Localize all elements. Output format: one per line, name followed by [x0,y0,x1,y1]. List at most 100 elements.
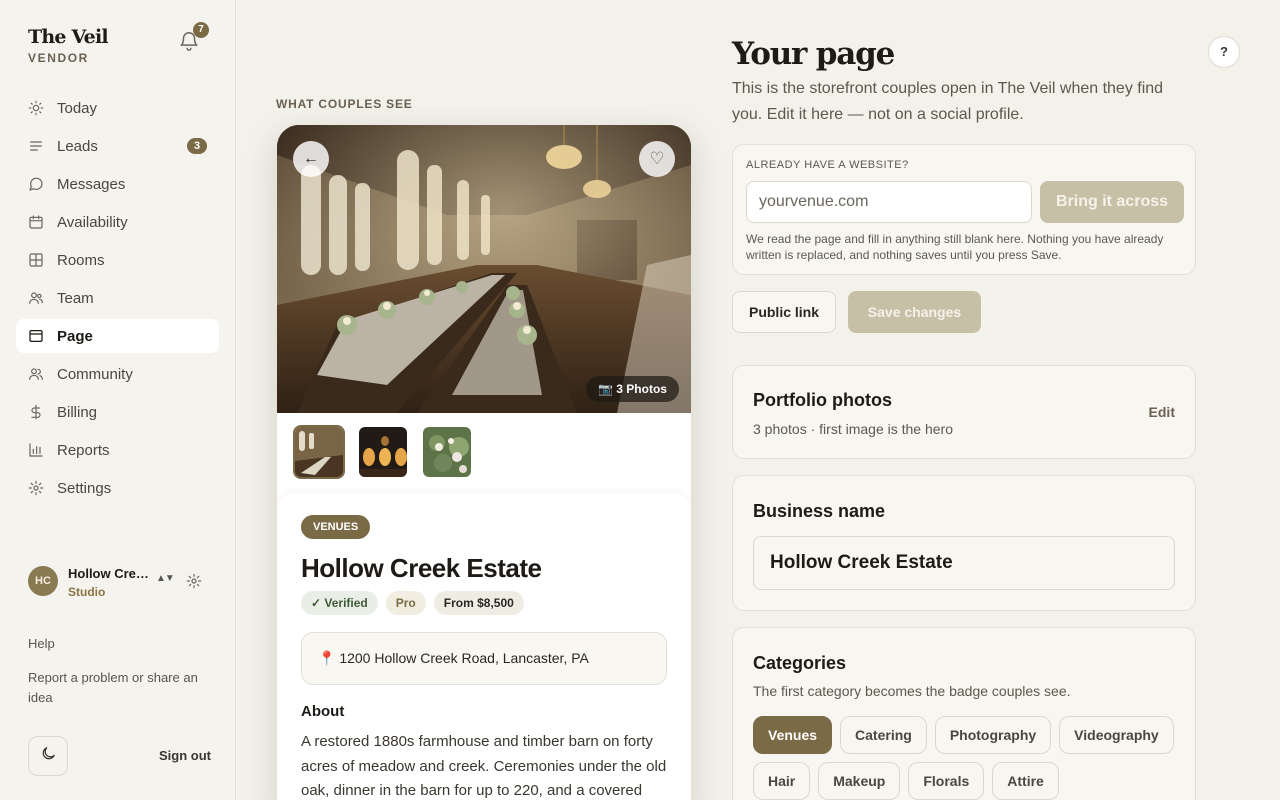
sign-out-button[interactable]: Sign out [159,748,211,763]
brand-name: The Veil [28,26,109,48]
leads-count-badge: 3 [187,138,207,154]
portfolio-title: Portfolio photos [753,390,892,410]
portfolio-panel: Portfolio photos 3 photos · first image … [732,365,1196,459]
category-chip-hair[interactable]: Hair [753,762,811,800]
category-chip-catering[interactable]: Catering [840,716,927,754]
category-chip-makeup[interactable]: Makeup [818,762,901,800]
photo-thumbnails [293,425,485,479]
page-subtitle: This is the storefront couples open in T… [732,80,1164,123]
website-url-input[interactable] [746,181,1032,223]
gear-icon [28,480,44,496]
tier-badge: Pro [385,591,426,615]
category-chip-florals[interactable]: Florals [908,762,985,800]
business-name-label: Business name [753,501,886,521]
nav-item-leads[interactable]: Leads 3 [16,129,219,163]
switch-account-icon[interactable]: ▲▼ [156,573,175,584]
heart-icon[interactable]: ♡ [639,141,675,177]
nav-item-messages[interactable]: Messages [16,167,219,201]
verified-badge: ✓ Verified [301,591,378,615]
bring-it-across-button[interactable]: Bring it across [1040,181,1184,223]
avatar: HC [28,566,58,596]
theme-toggle-button[interactable] [28,736,68,776]
edit-portfolio-button[interactable]: Edit [1149,404,1175,420]
category-chips: Venues Catering Photography Videography … [753,716,1183,800]
nav-item-today[interactable]: Today [16,91,219,125]
about-text: A restored 1880s farmhouse and timber ba… [301,733,667,799]
report-problem-link[interactable]: Report a problem or share an idea [28,668,218,708]
main-nav: Today Leads 3 Messages Availability Room… [16,91,219,509]
sidebar: The Veil VENDOR 7 Today Leads 3 Messages… [0,0,236,800]
badge-row: ✓ Verified Pro From $8,500 [301,591,532,615]
thumbnail-candles[interactable] [357,425,409,479]
page-title: Your page [732,36,895,72]
nav-item-team[interactable]: Team [16,281,219,315]
help-button[interactable]: ? [1208,36,1240,68]
nav-label: Rooms [57,251,105,269]
photo-count-badge[interactable]: 📷 3 Photos [586,376,679,402]
bar-chart-icon [28,442,44,458]
community-icon [28,366,44,382]
team-icon [28,290,44,306]
account-name: Hollow Creek Estate [68,566,152,581]
thumbnail-hall[interactable] [293,425,345,479]
dollar-icon [28,404,44,420]
sun-icon [28,100,44,116]
save-changes-button[interactable]: Save changes [848,291,981,333]
hero-image [277,125,691,413]
back-arrow-icon[interactable]: ← [293,141,329,177]
nav-item-reports[interactable]: Reports [16,433,219,467]
nav-item-billing[interactable]: Billing [16,395,219,429]
about-heading: About [301,703,345,720]
category-chip-photography[interactable]: Photography [934,716,1052,754]
business-name-panel: Business name [732,475,1196,611]
calendar-icon [28,214,44,230]
nav-label: Availability [57,213,128,231]
price-badge: From $8,500 [433,591,524,615]
account-settings-icon[interactable] [186,573,202,589]
import-note: We read the page and fill in anything st… [746,232,1164,262]
nav-label: Settings [57,479,112,497]
address-box[interactable]: 📍 1200 Hollow Creek Road, Lancaster, PA [301,632,667,685]
moon-icon [40,745,57,767]
brand-role: VENDOR [28,51,89,65]
categories-subtitle: The first category becomes the badge cou… [753,683,1071,699]
rooms-icon [28,252,44,268]
category-chip-videography[interactable]: Videography [1059,716,1174,754]
nav-item-availability[interactable]: Availability [16,205,219,239]
account-switcher[interactable]: HC Hollow Creek Estate Studio ▲▼ [28,564,208,600]
categories-title: Categories [753,653,847,673]
nav-item-community[interactable]: Community [16,357,219,391]
business-name-input[interactable] [753,536,1175,590]
public-link-button[interactable]: Public link [732,291,836,333]
nav-item-settings[interactable]: Settings [16,471,219,505]
nav-item-page[interactable]: Page [16,319,219,353]
brand[interactable]: The Veil VENDOR [28,26,109,65]
storefront-preview: ← ♡ 📷 3 Photos VENUES Hollow Creek Estat… [277,125,691,800]
nav-item-rooms[interactable]: Rooms [16,243,219,277]
business-title: Hollow Creek Estate [301,553,542,583]
nav-label: Community [57,365,133,383]
chat-icon [28,176,44,192]
storefront-details: VENUES Hollow Creek Estate ✓ Verified Pr… [277,493,691,800]
categories-panel: Categories The first category becomes th… [732,627,1196,800]
list-icon [28,138,44,154]
page-icon [28,328,44,344]
category-badge: VENUES [301,515,371,539]
nav-label: Page [57,327,93,345]
notification-count-badge: 7 [193,22,209,38]
preview-label: WHAT COUPLES SEE [276,97,413,111]
nav-label: Messages [57,175,126,193]
nav-label: Reports [57,441,110,459]
portfolio-subtitle: 3 photos · first image is the hero [753,421,953,437]
nav-label: Team [57,289,94,307]
hero-photo[interactable]: ← ♡ 📷 3 Photos [277,125,691,413]
account-plan: Studio [68,585,106,599]
thumbnail-florals[interactable] [421,425,473,479]
website-import-panel: ALREADY HAVE A WEBSITE? Bring it across … [732,144,1196,275]
category-chip-attire[interactable]: Attire [992,762,1059,800]
category-chip-venues[interactable]: Venues [753,716,833,754]
nav-label: Today [57,99,98,117]
import-label: ALREADY HAVE A WEBSITE? [746,159,909,171]
help-link[interactable]: Help [28,636,55,651]
nav-label: Leads [57,137,98,155]
